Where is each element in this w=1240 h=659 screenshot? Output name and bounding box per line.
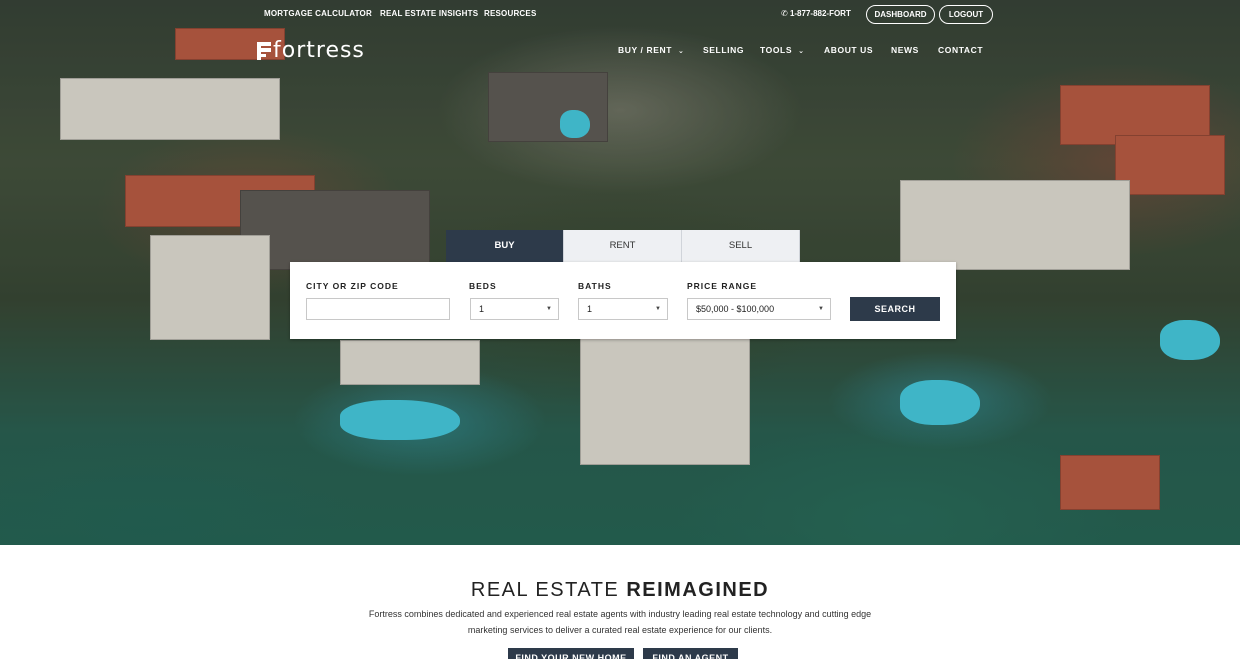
dashboard-button[interactable]: DASHBOARD xyxy=(866,5,935,24)
phone-icon: ✆ xyxy=(781,9,788,18)
price-range-value: $50,000 - $100,000 xyxy=(696,304,775,314)
real-estate-insights-link[interactable]: REAL ESTATE INSIGHTS xyxy=(380,9,478,18)
nav-tools-label: TOOLS xyxy=(760,45,793,55)
caret-down-icon: ▼ xyxy=(546,306,552,312)
headline-bold: REIMAGINED xyxy=(626,579,770,601)
search-button[interactable]: SEARCH xyxy=(850,297,940,321)
search-tabs: BUY RENT SELL xyxy=(446,230,800,262)
nav-about-us[interactable]: ABOUT US xyxy=(824,45,873,55)
top-utility-bar: MORTGAGE CALCULATOR REAL ESTATE INSIGHTS… xyxy=(0,0,1240,30)
hero-pool xyxy=(560,110,590,138)
fortress-logo-icon xyxy=(257,41,271,60)
beds-select[interactable]: 1 ▼ xyxy=(470,298,559,320)
nav-tools[interactable]: TOOLS ⌄ xyxy=(760,45,805,55)
page-headline: REAL ESTATE REIMAGINED xyxy=(0,579,1240,602)
phone-link[interactable]: ✆ 1-877-882-FORT xyxy=(781,9,851,18)
city-label: CITY OR ZIP CODE xyxy=(306,281,399,291)
nav-selling[interactable]: SELLING xyxy=(703,45,744,55)
mortgage-calculator-link[interactable]: MORTGAGE CALCULATOR xyxy=(264,9,372,18)
baths-label: BATHS xyxy=(578,281,612,291)
site-logo[interactable]: fortress xyxy=(257,38,365,63)
caret-down-icon: ▼ xyxy=(655,306,661,312)
hero-house xyxy=(340,340,480,385)
logo-text: fortress xyxy=(273,38,365,63)
find-agent-button[interactable]: FIND AN AGENT xyxy=(643,648,738,659)
resources-link[interactable]: RESOURCES xyxy=(484,9,536,18)
chevron-down-icon: ⌄ xyxy=(798,48,805,55)
tab-sell[interactable]: SELL xyxy=(682,230,800,262)
baths-value: 1 xyxy=(587,304,593,314)
property-search-form: CITY OR ZIP CODE BEDS 1 ▼ BATHS 1 ▼ PRIC… xyxy=(290,262,956,339)
find-home-button[interactable]: FIND YOUR NEW HOME xyxy=(508,648,634,659)
hero-house xyxy=(580,335,750,465)
nav-contact[interactable]: CONTACT xyxy=(938,45,983,55)
tab-buy[interactable]: BUY xyxy=(446,230,564,262)
price-range-label: PRICE RANGE xyxy=(687,281,758,291)
hero-house xyxy=(1115,135,1225,195)
hero-house xyxy=(900,180,1130,270)
hero-house xyxy=(488,72,608,142)
hero-house xyxy=(150,235,270,340)
tab-rent[interactable]: RENT xyxy=(564,230,682,262)
hero-house xyxy=(1060,455,1160,510)
nav-buy-rent[interactable]: BUY / RENT ⌄ xyxy=(618,45,685,55)
caret-down-icon: ▼ xyxy=(818,306,824,312)
baths-select[interactable]: 1 ▼ xyxy=(578,298,668,320)
chevron-down-icon: ⌄ xyxy=(678,48,685,55)
intro-paragraph: Fortress combines dedicated and experien… xyxy=(368,609,872,635)
logout-button[interactable]: LOGOUT xyxy=(939,5,993,24)
hero-house xyxy=(60,78,280,140)
beds-value: 1 xyxy=(479,304,485,314)
hero-pool xyxy=(900,380,980,425)
city-zip-input[interactable] xyxy=(306,298,450,320)
hero-pool xyxy=(340,400,460,440)
phone-number: 1-877-882-FORT xyxy=(789,9,851,18)
nav-news[interactable]: NEWS xyxy=(891,45,919,55)
nav-buy-rent-label: BUY / RENT xyxy=(618,45,673,55)
headline-light: REAL ESTATE xyxy=(470,579,627,601)
hero-pool xyxy=(1160,320,1220,360)
price-range-select[interactable]: $50,000 - $100,000 ▼ xyxy=(687,298,831,320)
beds-label: BEDS xyxy=(469,281,497,291)
